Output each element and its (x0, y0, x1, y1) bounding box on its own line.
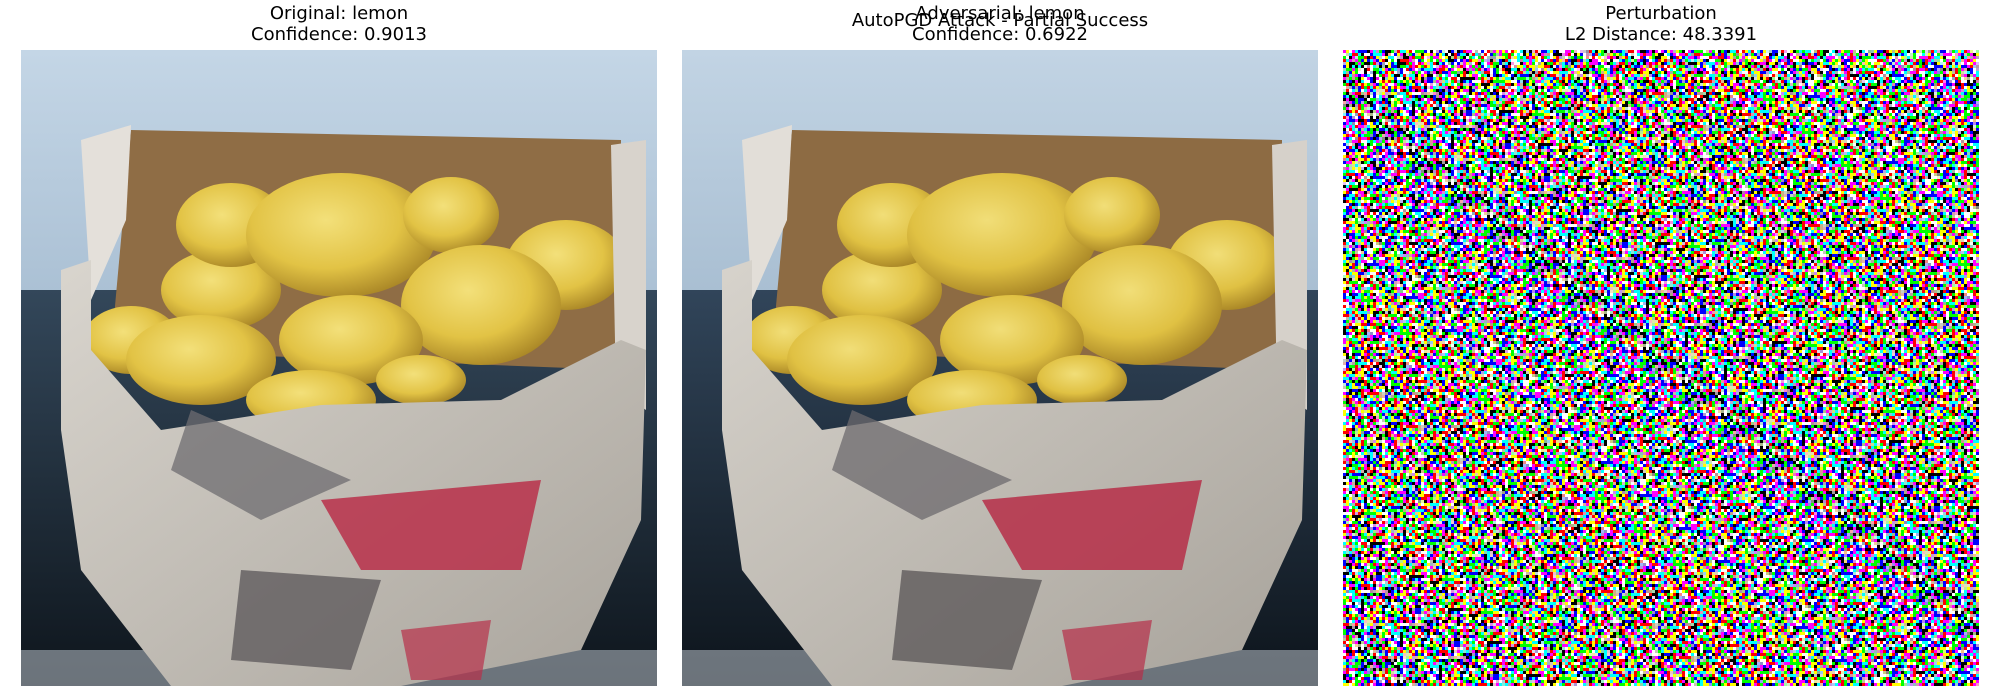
lemon-7 (401, 245, 561, 365)
lemon-4 (907, 173, 1097, 297)
perturbation-noise (1343, 50, 1979, 686)
lemon-11 (1037, 355, 1127, 405)
lemon-bag-photo-adversarial (682, 50, 1318, 686)
lemon-bag-photo (21, 50, 657, 686)
lemon-11 (376, 355, 466, 405)
adversarial-image (682, 50, 1318, 686)
original-image (21, 50, 657, 686)
perturbation-image (1343, 50, 1979, 686)
lemon-5 (403, 177, 499, 253)
lemon-7 (1062, 245, 1222, 365)
figure-suptitle: AutoPGD Attack - Partial Success (851, 10, 1149, 31)
lemon-4 (246, 173, 436, 297)
lemon-5 (1064, 177, 1160, 253)
